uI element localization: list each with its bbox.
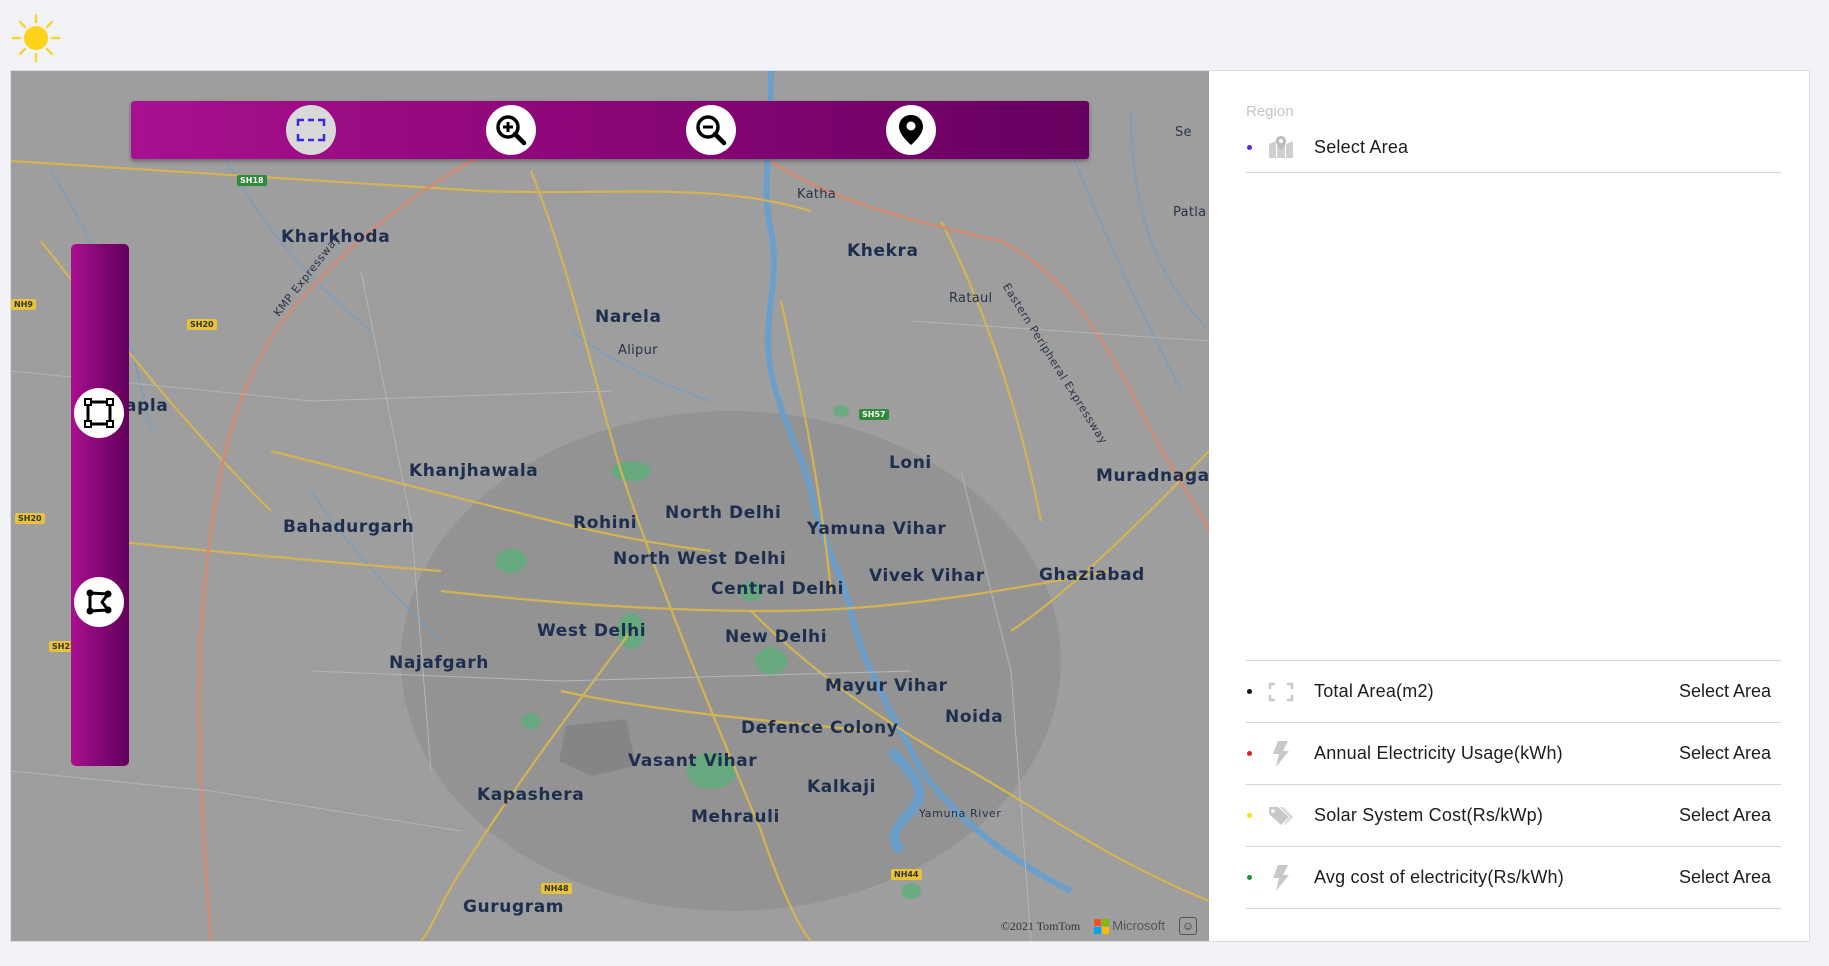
zoom-in-icon bbox=[496, 115, 527, 146]
road-sign-sh20-b: SH20 bbox=[15, 513, 45, 524]
map-label-najafgarh: Najafgarh bbox=[389, 653, 489, 673]
map-label-north-delhi: North Delhi bbox=[665, 503, 782, 523]
sun-logo-icon bbox=[10, 12, 62, 64]
map-label-noida: Noida bbox=[945, 707, 1004, 727]
microsoft-credit: Microsoft bbox=[1094, 917, 1165, 935]
map-label-yamuna-vihar: Yamuna Vihar bbox=[807, 519, 947, 539]
tomtom-copyright: ©2021 TomTom bbox=[1000, 918, 1081, 933]
metric-dot bbox=[1247, 689, 1252, 694]
metric-annual-electricity: Annual Electricity Usage(kWh) Select Are… bbox=[1246, 723, 1781, 785]
locate-button[interactable] bbox=[886, 105, 936, 155]
metric-total-area: Total Area(m2) Select Area bbox=[1246, 661, 1781, 723]
map-label-vivek-vihar: Vivek Vihar bbox=[869, 566, 985, 586]
select-area-button[interactable] bbox=[286, 105, 336, 155]
map-label-north-west-delhi: North West Delhi bbox=[613, 549, 787, 569]
map-attribution: ©2021 TomTom Microsoft ☺ bbox=[1001, 917, 1197, 935]
region-label: Select Area bbox=[1314, 137, 1409, 157]
region-dot bbox=[1247, 145, 1252, 150]
metric-dot bbox=[1247, 751, 1252, 756]
map-label-mayur-vihar: Mayur Vihar bbox=[825, 676, 948, 696]
map-label-loni: Loni bbox=[889, 453, 932, 473]
map-top-toolbar bbox=[131, 101, 1089, 159]
microsoft-text: Microsoft bbox=[1112, 917, 1165, 933]
map-label-rataul: Rataul bbox=[949, 291, 993, 306]
metric-value: Select Area bbox=[1678, 805, 1771, 825]
road-sign-nh9: NH9 bbox=[11, 299, 36, 310]
zoom-out-button[interactable] bbox=[686, 105, 736, 155]
lightning-icon bbox=[1268, 740, 1294, 767]
panel-heading: Region bbox=[1246, 103, 1294, 120]
road-sign-sh18: SH18 bbox=[237, 175, 267, 186]
map-label-kalkaji: Kalkaji bbox=[807, 777, 877, 797]
metric-solar-cost: Solar System Cost(Rs/kWp) Select Area bbox=[1246, 785, 1781, 847]
road-sign-sh20-a: SH20 bbox=[187, 319, 217, 330]
road-sign-nh48: NH48 bbox=[541, 883, 572, 894]
map-label-vasant-vihar: Vasant Vihar bbox=[628, 751, 758, 771]
draw-polygon-button[interactable] bbox=[74, 577, 124, 627]
map-label-rohini: Rohini bbox=[573, 513, 638, 533]
dashed-frame-icon bbox=[1268, 679, 1294, 705]
map-label-bahadurgarh: Bahadurgarh bbox=[283, 517, 415, 537]
map-label-narela: Narela bbox=[595, 307, 662, 327]
info-panel: Region Select Area Total Area(m2) Select… bbox=[1246, 71, 1786, 941]
map-label-alipur: Alipur bbox=[618, 343, 658, 358]
map-label-mehrauli: Mehrauli bbox=[691, 807, 780, 827]
metric-value: Select Area bbox=[1678, 743, 1771, 763]
draw-rectangle-button[interactable] bbox=[74, 388, 124, 438]
map-label-defence-colony: Defence Colony bbox=[741, 718, 899, 738]
rectangle-draw-icon bbox=[84, 398, 114, 428]
metric-dot bbox=[1247, 813, 1252, 818]
metric-value: Select Area bbox=[1678, 681, 1771, 701]
map-base-layer bbox=[11, 71, 1209, 941]
road-sign-nh44: NH44 bbox=[891, 869, 922, 880]
microsoft-logo-icon bbox=[1094, 919, 1110, 935]
map-pin-icon bbox=[899, 115, 923, 145]
metric-value: Select Area bbox=[1678, 867, 1771, 887]
metric-label: Total Area(m2) bbox=[1314, 681, 1434, 701]
map-label-khanjhawala: Khanjhawala bbox=[409, 461, 539, 481]
map-label-gurugram: Gurugram bbox=[463, 897, 565, 917]
map-label-se: Se bbox=[1175, 125, 1192, 140]
road-sign-sh57: SH57 bbox=[859, 409, 889, 420]
map-icon bbox=[1268, 135, 1294, 161]
zoom-out-icon bbox=[696, 115, 727, 146]
zoom-in-button[interactable] bbox=[486, 105, 536, 155]
map-label-patla: Patla bbox=[1173, 205, 1207, 220]
map-label-ghaziabad: Ghaziabad bbox=[1039, 565, 1145, 585]
metric-dot bbox=[1247, 875, 1252, 880]
metric-label: Annual Electricity Usage(kWh) bbox=[1314, 743, 1563, 763]
map-label-muradnagar: Muradnagar bbox=[1096, 466, 1209, 486]
lightning-icon bbox=[1268, 864, 1294, 891]
map-view[interactable]: Kharkhoda Khekra Katha Rataul Narela Ali… bbox=[11, 71, 1209, 941]
map-label-sampla: apla bbox=[125, 396, 169, 416]
polygon-draw-icon bbox=[86, 589, 112, 615]
map-label-west-delhi: West Delhi bbox=[537, 621, 647, 641]
metrics-list: Total Area(m2) Select Area Annual Electr… bbox=[1246, 660, 1781, 909]
metric-label: Avg cost of electricity(Rs/kWh) bbox=[1314, 867, 1564, 887]
metric-avg-cost: Avg cost of electricity(Rs/kWh) Select A… bbox=[1246, 847, 1781, 909]
map-label-katha: Katha bbox=[797, 187, 837, 202]
dashed-frame-icon bbox=[296, 118, 326, 142]
smiley-icon[interactable]: ☺ bbox=[1179, 917, 1197, 935]
main-card: Kharkhoda Khekra Katha Rataul Narela Ali… bbox=[10, 70, 1810, 942]
tag-icon bbox=[1268, 803, 1294, 829]
map-label-khekra: Khekra bbox=[847, 241, 919, 261]
map-label-yamuna-river: Yamuna River bbox=[919, 807, 1002, 820]
map-label-kapashera: Kapashera bbox=[477, 785, 585, 805]
map-label-central-delhi: Central Delhi bbox=[711, 579, 845, 599]
map-label-new-delhi: New Delhi bbox=[725, 627, 828, 647]
region-row[interactable]: Select Area bbox=[1246, 123, 1781, 173]
metric-label: Solar System Cost(Rs/kWp) bbox=[1314, 805, 1544, 825]
map-side-toolbar bbox=[71, 244, 129, 766]
